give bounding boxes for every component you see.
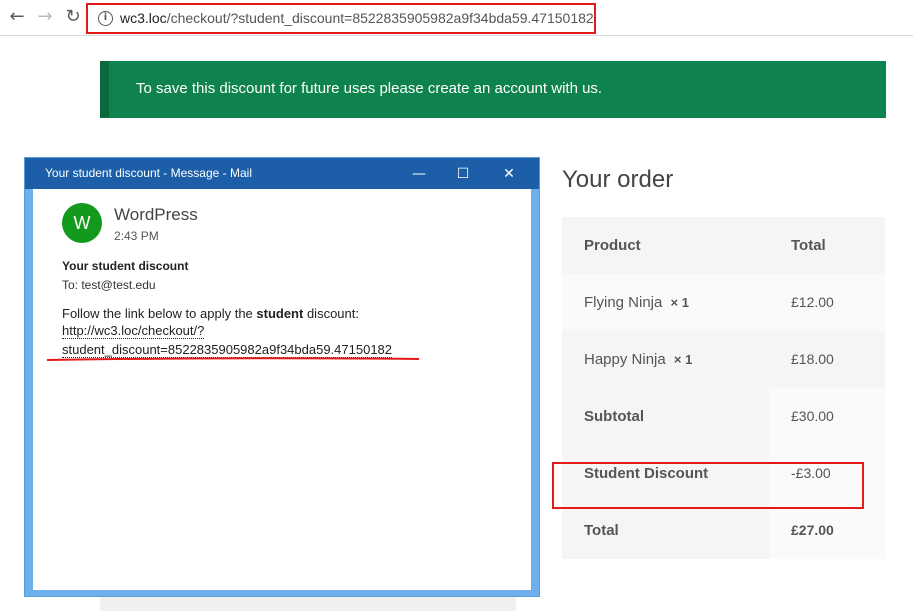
order-title: Your order [562, 166, 674, 193]
product-total: £18.00 [791, 351, 834, 367]
total-label: Total [562, 502, 769, 559]
table-row: Happy Ninja × 1 £18.00 [562, 331, 885, 388]
total-value: £27.00 [769, 502, 885, 559]
column-header-product: Product [584, 237, 641, 254]
mail-message: Follow the link below to apply the stude… [62, 306, 359, 321]
reload-icon[interactable]: ↻ [62, 6, 84, 28]
arrow-left-icon[interactable]: ← [6, 6, 28, 28]
total-row: Total £27.00 [562, 502, 885, 559]
mail-body: W WordPress 2:43 PM Your student discoun… [33, 189, 531, 590]
subtotal-label: Subtotal [562, 388, 769, 445]
product-qty: × 1 [670, 295, 689, 310]
arrow-right-icon[interactable]: → [34, 6, 56, 28]
sender-name: WordPress [114, 205, 198, 224]
product-name: Flying Ninja [584, 294, 663, 311]
mail-titlebar[interactable]: Your student discount - Message - Mail —… [25, 158, 539, 189]
mail-subject: Your student discount [62, 259, 189, 273]
product-name: Happy Ninja [584, 351, 666, 368]
message-prefix: Follow the link below to apply the [62, 306, 257, 321]
notice-text: To save this discount for future uses pl… [136, 80, 603, 97]
mail-window: Your student discount - Message - Mail —… [24, 157, 540, 597]
discount-notice: To save this discount for future uses pl… [100, 61, 886, 118]
product-name-cell: Happy Ninja × 1 [562, 331, 769, 388]
browser-toolbar: ← → ↻ i wc3.loc/checkout/?student_discou… [0, 0, 913, 36]
mail-time: 2:43 PM [114, 229, 159, 243]
discount-highlight-box [552, 462, 864, 509]
product-qty: × 1 [673, 352, 693, 367]
info-icon[interactable]: i [98, 11, 113, 26]
table-header-row: Product Total [562, 217, 885, 274]
address-url[interactable]: wc3.loc/checkout/?student_discount=85228… [120, 10, 594, 26]
table-row: Flying Ninja × 1 £12.00 [562, 274, 885, 331]
address-bar[interactable]: i wc3.loc/checkout/?student_discount=852… [86, 3, 596, 34]
discount-link-line1[interactable]: http://wc3.loc/checkout/? [62, 323, 205, 339]
column-header-total: Total [791, 237, 826, 254]
mail-recipient: To: test@test.edu [62, 278, 156, 292]
product-total: £12.00 [791, 294, 834, 310]
close-icon[interactable]: ✕ [499, 164, 519, 184]
subtotal-value: £30.00 [769, 388, 885, 445]
mail-window-title: Your student discount - Message - Mail [45, 166, 252, 180]
maximize-icon[interactable]: ☐ [453, 164, 473, 184]
message-bold: student [256, 306, 304, 321]
url-path: /checkout/?student_discount=852283590598… [166, 10, 594, 26]
avatar: W [62, 203, 102, 243]
subtotal-row: Subtotal £30.00 [562, 388, 885, 445]
message-suffix: discount: [303, 306, 359, 321]
page-background-strip [100, 596, 516, 611]
url-host: wc3.loc [120, 10, 167, 26]
product-name-cell: Flying Ninja × 1 [562, 274, 769, 331]
minimize-icon[interactable]: — [409, 164, 429, 184]
link-red-underline [47, 357, 419, 361]
